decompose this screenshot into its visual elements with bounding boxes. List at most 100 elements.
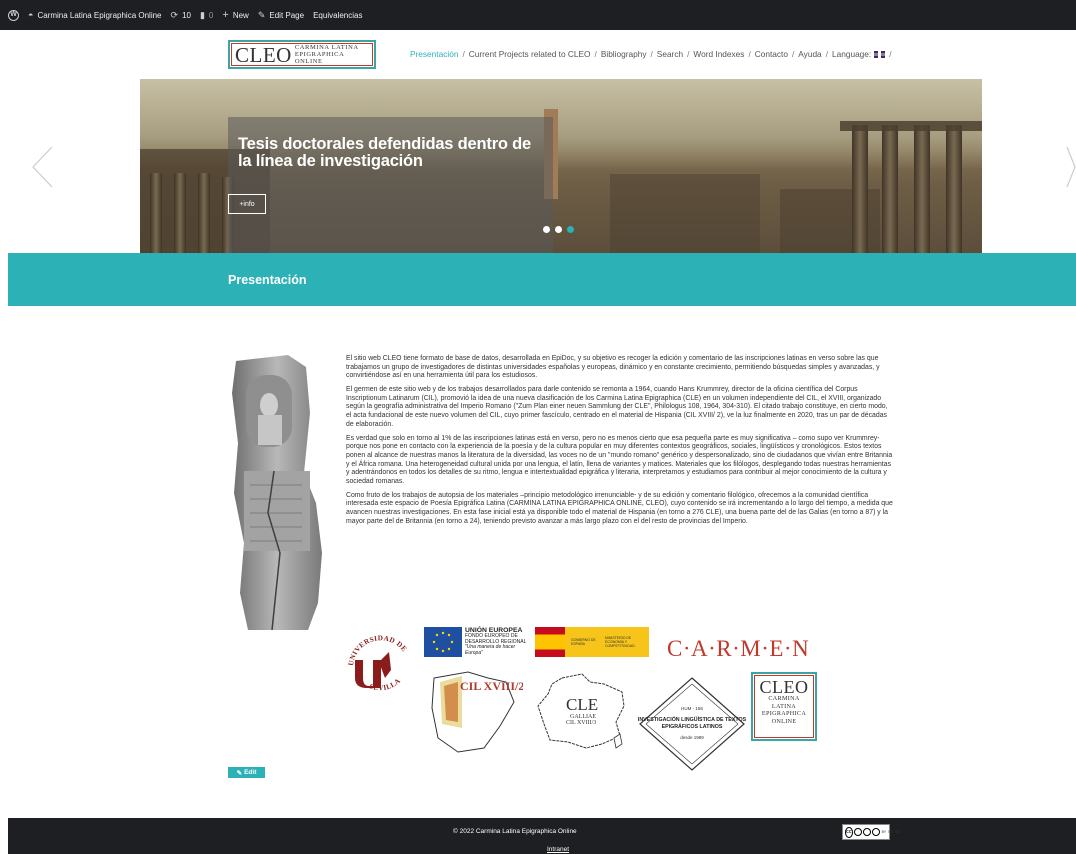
cil-xviii-2-logo: CIL XVIII/2	[431, 671, 523, 753]
comment-icon: ▮	[199, 10, 205, 20]
ministerio-economia-logo: GOBIERNO DE ESPAÑA MINISTERIO DE ECONOMÍ…	[535, 627, 649, 657]
slider-dot-3[interactable]	[567, 226, 574, 233]
ue-text: UNIÓN EUROPEA FONDO EUROPEO DE DESARROLL…	[462, 627, 532, 657]
slider-prev-arrow-icon[interactable]	[30, 145, 56, 189]
nav-separator: /	[687, 49, 690, 59]
site-footer	[8, 818, 1076, 854]
slider-dot-1[interactable]	[543, 226, 550, 233]
edit-page-label: Edit Page	[269, 10, 305, 20]
slider-next-arrow-icon[interactable]	[1065, 145, 1076, 189]
article-paragraph: El sitio web CLEO tiene formato de base …	[346, 355, 880, 380]
nav-item-presentacion[interactable]: Presentación	[410, 49, 458, 59]
nav-item-contacto[interactable]: Contacto	[755, 49, 788, 59]
admin-bar: W ◓ Carmina Latina Epigraphica Online ⟳ …	[0, 0, 1076, 30]
article-paragraph: Como fruto de los trabajos de autopsia d…	[346, 491, 893, 525]
site-name-link[interactable]: ◓ Carmina Latina Epigraphica Online	[28, 10, 162, 20]
eu-flag-icon	[424, 627, 462, 657]
cle-label: CLE	[566, 695, 598, 714]
hum-code: HUM - 156	[681, 706, 703, 711]
slide-title: Tesis doctorales defendidas dentro de la…	[238, 135, 532, 170]
equivalencias-link[interactable]: Equivalencias	[313, 11, 362, 20]
main-nav: Presentación / Current Projects related …	[410, 49, 896, 59]
cc-nc-label: NC	[888, 830, 894, 834]
logo-wordmark: CLEO	[235, 42, 292, 67]
nav-separator: /	[889, 49, 892, 59]
language-label: Language:	[832, 49, 872, 59]
hero-slider: Tesis doctorales defendidas dentro de la…	[140, 79, 982, 253]
nav-item-word-indexes[interactable]: Word Indexes	[693, 49, 744, 59]
wordpress-logo-icon: W	[8, 9, 19, 21]
hum-line-2: EPIGRÁFICOS LATINOS	[662, 723, 723, 730]
mineco-ministerio: MINISTERIO DE ECONOMÍA Y COMPETITIVIDAD	[605, 635, 635, 649]
nav-separator: /	[748, 49, 751, 59]
creative-commons-license-badge[interactable]: cc BY NC ND	[842, 824, 900, 840]
inscription-stone-image	[232, 355, 322, 630]
cc-labels: BY NC ND	[882, 830, 901, 834]
cleo-small-line-3: EPIGRAPHICA	[761, 710, 807, 717]
logo-line-2: EPIGRAPHICA ONLINE	[294, 51, 345, 65]
site-logo[interactable]: CLEO CARMINA LATINA EPIGRAPHICA ONLINE	[228, 40, 376, 69]
carmen-logo: C·A·R·M·E·N	[667, 636, 810, 661]
cleo-logo-small: CLEO CARMINA LATINA EPIGRAPHICA ONLINE	[751, 672, 817, 741]
site-header: CLEO CARMINA LATINA EPIGRAPHICA ONLINE P…	[0, 30, 1076, 76]
universidad-sevilla-logo: UNIVERSIDAD DE SEVILLA	[347, 634, 408, 692]
article-paragraph: El germen de este sitio web y de los tra…	[346, 386, 888, 428]
nav-separator: /	[650, 49, 653, 59]
page-title: Presentación	[228, 273, 307, 287]
dashboard-icon: ◓	[28, 10, 34, 20]
union-europea-logo: UNIÓN EUROPEA FONDO EUROPEO DE DESARROLL…	[424, 627, 532, 657]
nav-separator: /	[825, 49, 828, 59]
updates-count: 10	[182, 10, 191, 20]
cc-nd-label: ND	[895, 830, 901, 834]
presentation-article: El sitio web CLEO tiene formato de base …	[346, 355, 894, 532]
cle-cil: CIL XVIII/3	[566, 720, 596, 726]
wordpress-menu[interactable]: W	[8, 9, 19, 21]
nav-separator: /	[791, 49, 795, 59]
cil-label: CIL XVIII/2	[460, 679, 523, 693]
logo-line-1: CARMINA LATINA	[294, 44, 359, 51]
nav-item-current-projects[interactable]: Current Projects related to CLEO	[469, 49, 591, 59]
site-name: Carmina Latina Epigraphica Online	[37, 10, 162, 20]
pencil-icon: ✎	[257, 10, 266, 20]
uk-flag-icon	[874, 51, 886, 58]
updates-link[interactable]: ⟳ 10	[171, 10, 191, 20]
hum-since: desde 1989	[680, 735, 704, 740]
nav-separator: /	[594, 49, 597, 59]
cc-by-icon	[853, 828, 862, 836]
nav-item-ayuda[interactable]: Ayuda	[798, 49, 821, 59]
nav-separator: /	[462, 49, 465, 59]
nav-item-search[interactable]: Search	[657, 49, 683, 59]
cleo-small-line-4: ONLINE	[771, 717, 797, 725]
footer-intranet-link[interactable]: Intranet	[547, 846, 569, 853]
nav-item-bibliography[interactable]: Bibliography	[601, 49, 647, 59]
page-title-band: Presentación	[8, 253, 1076, 306]
nav-item-language[interactable]: Language:	[832, 49, 886, 59]
edit-label: Edit	[244, 769, 257, 776]
new-label: New	[232, 10, 249, 20]
cc-nd-icon	[871, 828, 880, 836]
cc-icon: cc	[845, 826, 853, 838]
hum-line-1: INVESTIGACIÓN LINGÜÍSTICA DE TEXTOS	[638, 715, 747, 723]
edit-page-link[interactable]: ✎ Edit Page	[258, 10, 304, 20]
plus-icon: +	[222, 9, 229, 21]
cc-attribution-icons	[853, 828, 880, 836]
comments-link[interactable]: ▮ 0	[200, 10, 213, 20]
footer-copyright: © 2022 Carmina Latina Epigraphica Online	[453, 828, 577, 835]
comments-count: 0	[208, 10, 214, 20]
ue-line-3: "Una manera de hacer Europa"	[465, 644, 516, 656]
cle-galliae-logo: CLE GALLIAE CIL XVIII/3	[537, 673, 625, 749]
new-content-link[interactable]: + New	[222, 9, 249, 21]
logo-subtitle: CARMINA LATINA EPIGRAPHICA ONLINE	[295, 44, 374, 65]
cleo-small-wordmark: CLEO	[759, 677, 809, 697]
article-paragraph: Es verdad que solo en torno al 1% de las…	[346, 434, 893, 485]
edit-icon: ✎	[236, 769, 243, 777]
slider-pagination	[543, 226, 574, 233]
edit-page-button[interactable]: ✎ Edit	[228, 767, 265, 778]
slider-dot-2[interactable]	[555, 226, 562, 233]
mineco-gobierno: GOBIERNO DE ESPAÑA	[571, 637, 596, 646]
cc-nc-icon	[862, 828, 871, 836]
slide-more-info-button[interactable]: +info	[228, 194, 266, 214]
cc-by-label: BY	[881, 830, 887, 834]
equivalencias-label: Equivalencias	[313, 10, 363, 20]
hum-156-logo: HUM - 156 INVESTIGACIÓN LINGÜÍSTICA DE T…	[638, 677, 747, 771]
